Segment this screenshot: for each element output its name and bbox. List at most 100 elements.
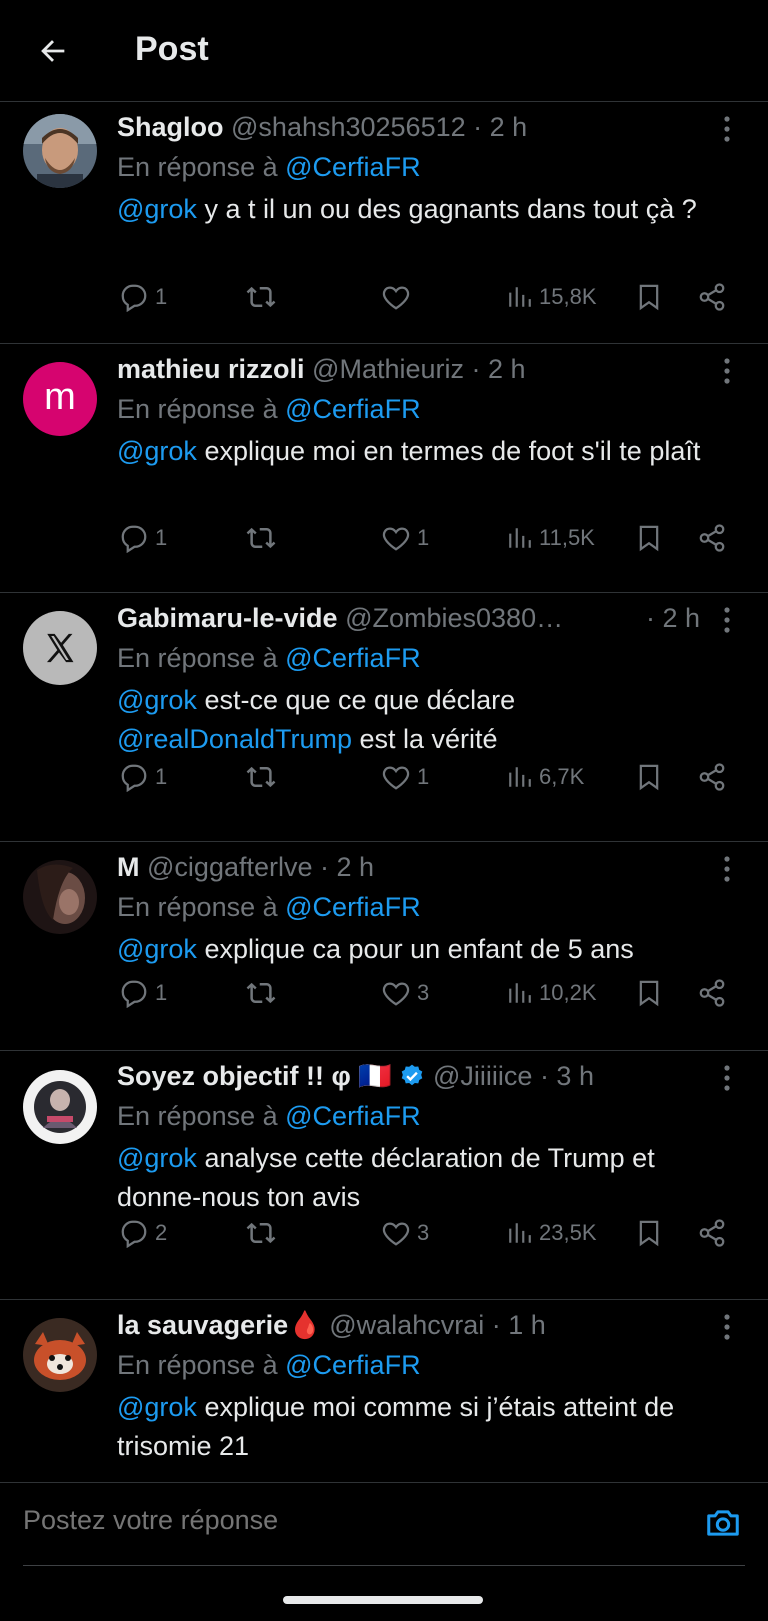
author-name[interactable]: Gabimaru-le-vide — [117, 603, 338, 633]
views-button[interactable]: 15,8K — [507, 280, 597, 314]
retweet-button[interactable] — [245, 521, 283, 555]
avatar[interactable] — [23, 114, 97, 188]
tweet-actions: 1 15,8K — [117, 280, 737, 314]
retweet-button[interactable] — [245, 976, 283, 1010]
timestamp[interactable]: · 1 h — [492, 1310, 546, 1340]
timestamp[interactable]: · 2 h — [646, 601, 700, 635]
tweet[interactable]: Gabimaru-le-vide @Zombies0380… · 2 h En … — [0, 593, 768, 842]
more-options-button[interactable] — [712, 1063, 742, 1093]
timestamp[interactable]: · 2 h — [473, 112, 527, 142]
like-button[interactable] — [381, 280, 417, 314]
tweet-actions: 1 1 6,7K — [117, 760, 737, 794]
reply-button[interactable]: 2 — [119, 1216, 167, 1250]
reply-prefix: En réponse à — [117, 1350, 278, 1380]
home-indicator[interactable] — [283, 1596, 483, 1604]
share-button[interactable] — [697, 976, 727, 1010]
bookmark-button[interactable] — [635, 521, 663, 555]
reply-count: 1 — [155, 980, 168, 1005]
more-options-button[interactable] — [712, 114, 742, 144]
more-options-button[interactable] — [712, 1312, 742, 1342]
reply-to-link[interactable]: @CerfiaFR — [285, 643, 420, 673]
tweet[interactable]: m mathieu rizzoli @Mathieuriz · 2 h En r… — [0, 344, 768, 593]
reply-to-link[interactable]: @CerfiaFR — [285, 1350, 420, 1380]
page-title: Post — [135, 30, 209, 68]
author-handle[interactable]: @Zombies0380… — [345, 603, 563, 633]
more-vertical-icon — [724, 358, 730, 384]
like-count: 3 — [417, 1220, 430, 1245]
tweet-actions: 1 3 10,2K — [117, 976, 737, 1010]
mention-link[interactable]: @grok — [117, 1143, 197, 1173]
mention-link[interactable]: @grok — [117, 685, 197, 715]
like-button[interactable]: 1 — [381, 760, 429, 794]
author-name[interactable]: Shagloo — [117, 112, 224, 142]
views-count: 11,5K — [539, 525, 595, 550]
more-options-button[interactable] — [712, 605, 742, 635]
timestamp[interactable]: · 2 h — [320, 852, 374, 882]
reply-count: 2 — [155, 1220, 168, 1245]
tweet[interactable]: Soyez objectif !! φ 🇫🇷 @Jiiiiice · 3 h E… — [0, 1051, 768, 1300]
mention-link[interactable]: @grok — [117, 934, 197, 964]
reply-button[interactable]: 1 — [119, 280, 167, 314]
author-name[interactable]: mathieu rizzoli — [117, 354, 305, 384]
retweet-button[interactable] — [245, 760, 283, 794]
tweet[interactable]: M @ciggafterlve · 2 h En réponse à @Cerf… — [0, 842, 768, 1051]
author-handle[interactable]: @walahcvrai — [329, 1310, 484, 1340]
reply-to-link[interactable]: @CerfiaFR — [285, 1101, 420, 1131]
bookmark-button[interactable] — [635, 280, 663, 314]
views-button[interactable]: 6,7K — [507, 760, 584, 794]
author-handle[interactable]: @shahsh30256512 — [231, 112, 466, 142]
avatar[interactable] — [23, 611, 97, 685]
more-options-button[interactable] — [712, 854, 742, 884]
mention-link[interactable]: @realDonaldTrump — [117, 724, 352, 754]
reply-to-link[interactable]: @CerfiaFR — [285, 394, 420, 424]
views-count: 10,2K — [539, 980, 597, 1005]
author-name[interactable]: M — [117, 852, 140, 882]
share-button[interactable] — [697, 760, 727, 794]
mention-link[interactable]: @grok — [117, 194, 197, 224]
avatar[interactable] — [23, 860, 97, 934]
bookmark-button[interactable] — [635, 1216, 663, 1250]
avatar[interactable] — [23, 1070, 97, 1144]
views-button[interactable]: 11,5K — [507, 521, 595, 555]
back-button[interactable] — [28, 26, 78, 76]
reply-button[interactable]: 1 — [119, 521, 167, 555]
mention-link[interactable]: @grok — [117, 436, 197, 466]
author-name[interactable]: Soyez objectif !! φ 🇫🇷 — [117, 1061, 392, 1091]
bookmark-icon — [639, 525, 659, 552]
input-underline — [23, 1565, 745, 1566]
share-button[interactable] — [697, 280, 727, 314]
mention-link[interactable]: @grok — [117, 1392, 197, 1422]
camera-button[interactable] — [703, 1504, 743, 1547]
views-button[interactable]: 23,5K — [507, 1216, 597, 1250]
like-button[interactable]: 3 — [381, 1216, 429, 1250]
timestamp[interactable]: · 3 h — [540, 1061, 594, 1091]
author-handle[interactable]: @ciggafterlve — [147, 852, 312, 882]
reply-button[interactable]: 1 — [119, 976, 167, 1010]
reply-button[interactable]: 1 — [119, 760, 167, 794]
views-count: 6,7K — [539, 764, 585, 789]
views-button[interactable]: 10,2K — [507, 976, 597, 1010]
retweet-button[interactable] — [245, 1216, 283, 1250]
tweet[interactable]: Shagloo @shahsh30256512 · 2 h En réponse… — [0, 102, 768, 344]
tweet[interactable]: la sauvagerie🩸 @walahcvrai · 1 h En répo… — [0, 1300, 768, 1482]
avatar[interactable]: m — [23, 362, 97, 436]
avatar[interactable] — [23, 1318, 97, 1392]
reply-icon — [121, 284, 147, 312]
share-button[interactable] — [697, 521, 727, 555]
reply-to-link[interactable]: @CerfiaFR — [285, 152, 420, 182]
bookmark-button[interactable] — [635, 760, 663, 794]
tweet-text-content: analyse cette déclaration de Trump et do… — [117, 1143, 655, 1212]
like-button[interactable]: 3 — [381, 976, 429, 1010]
retweet-button[interactable] — [245, 280, 283, 314]
bookmark-button[interactable] — [635, 976, 663, 1010]
author-handle[interactable]: @Jiiiiice — [433, 1061, 532, 1091]
author-handle[interactable]: @Mathieuriz — [312, 354, 464, 384]
timestamp[interactable]: · 2 h — [472, 354, 526, 384]
like-button[interactable]: 1 — [381, 521, 429, 555]
reply-prefix: En réponse à — [117, 394, 278, 424]
author-name[interactable]: la sauvagerie🩸 — [117, 1310, 322, 1340]
reply-input[interactable] — [23, 1505, 623, 1536]
reply-to-link[interactable]: @CerfiaFR — [285, 892, 420, 922]
more-options-button[interactable] — [712, 356, 742, 386]
share-button[interactable] — [697, 1216, 727, 1250]
